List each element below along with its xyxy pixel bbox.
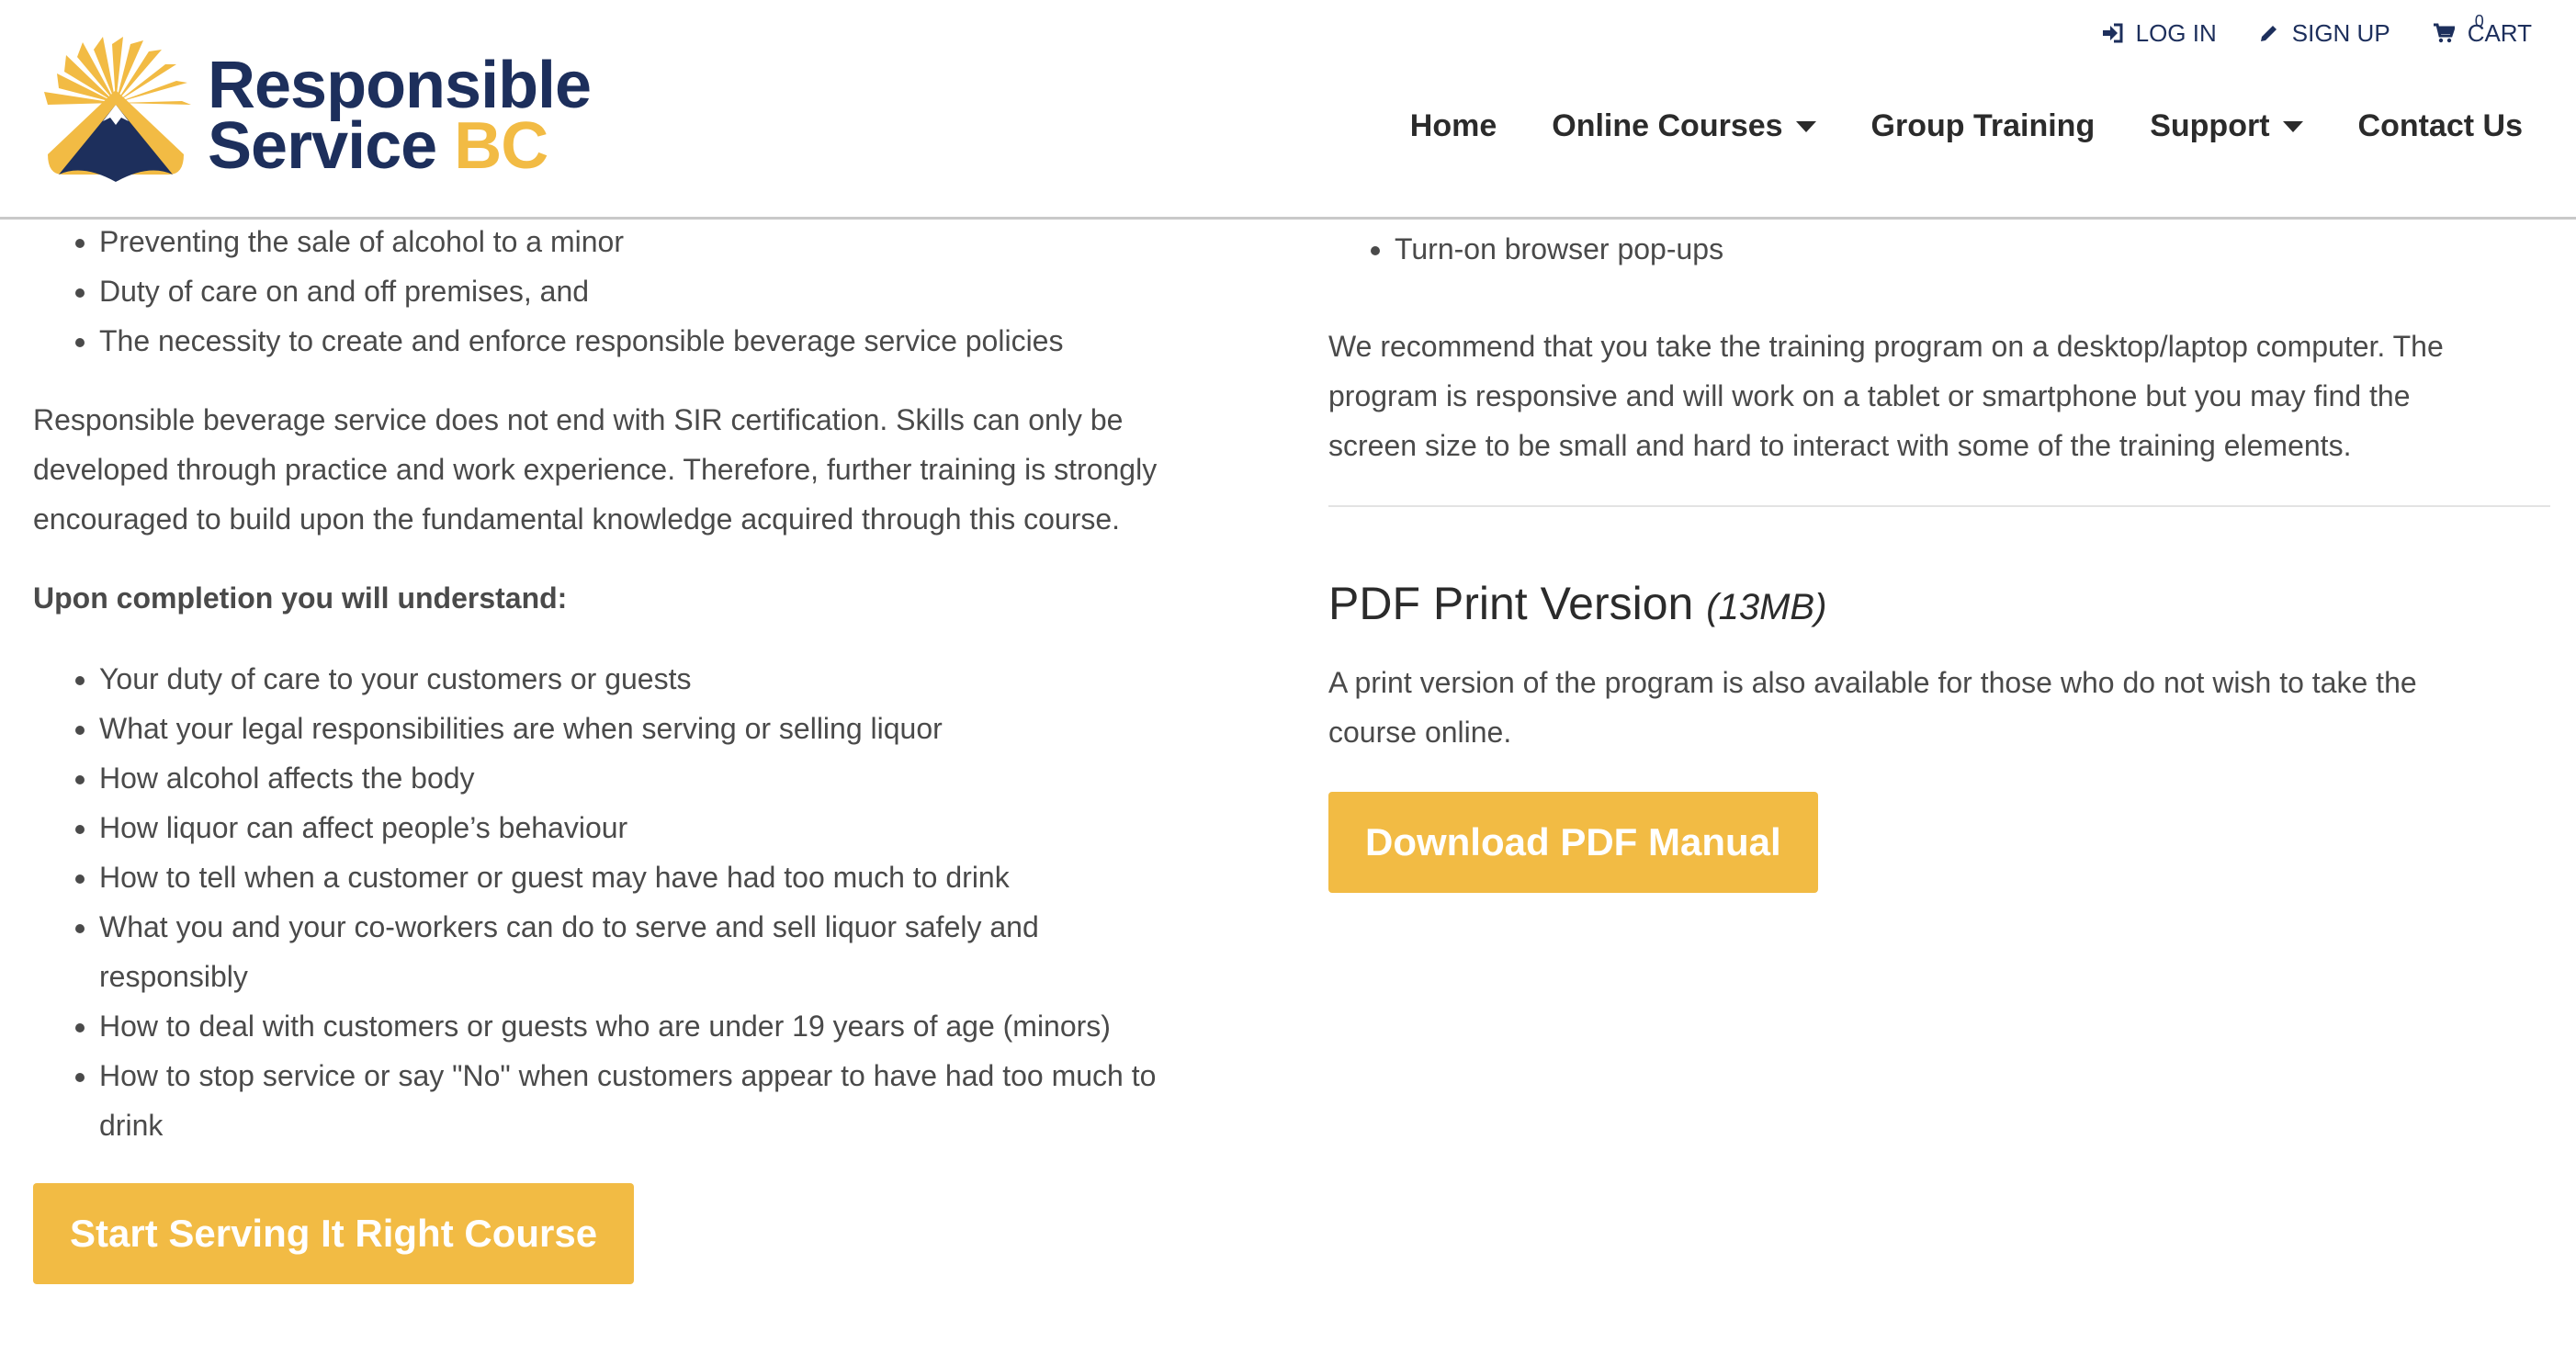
- recommend-paragraph: We recommend that you take the training …: [1328, 322, 2550, 470]
- paragraph-line: A print version of the program is also a…: [1328, 666, 2417, 699]
- list-item-line: drink: [99, 1109, 164, 1142]
- dropdown-caret-icon: [1795, 120, 1816, 132]
- sign-in-icon: [2102, 23, 2123, 43]
- signup-link[interactable]: SIGN UP: [2259, 19, 2390, 48]
- requirements-list: Turn-on browser pop-ups: [1328, 224, 2550, 274]
- list-item: Your duty of care to your customers or g…: [99, 654, 1264, 704]
- nav-contact[interactable]: Contact Us: [2358, 108, 2523, 144]
- nav-contact-label: Contact Us: [2357, 108, 2523, 143]
- pdf-section-title: PDF Print Version (13MB): [1328, 571, 2550, 639]
- list-item-line: How to stop service or say "No" when cus…: [99, 1059, 1157, 1092]
- nav-group-training-label: Group Training: [1870, 108, 2096, 143]
- nav-home[interactable]: Home: [1410, 108, 1497, 144]
- pdf-size: (13MB): [1706, 587, 1827, 627]
- list-item: How to deal with customers or guests who…: [99, 1001, 1264, 1051]
- logo-line-1: Responsible: [208, 49, 592, 122]
- nav-support-label: Support: [2150, 108, 2270, 143]
- dropdown-caret-icon: [2282, 120, 2303, 132]
- certification-paragraph: Responsible beverage service does not en…: [33, 395, 1264, 544]
- download-pdf-button[interactable]: Download PDF Manual: [1328, 792, 1818, 893]
- paragraph-line: encouraged to build upon the fundamental…: [33, 502, 1121, 536]
- list-item: How to stop service or say "No" when cus…: [99, 1051, 1264, 1150]
- utility-nav: LOG IN SIGN UP 0 CART: [2101, 12, 2532, 53]
- nav-online-courses-label: Online Courses: [1552, 108, 1783, 143]
- signup-label: SIGN UP: [2291, 18, 2390, 47]
- list-item-line: What you and your co-workers can do to s…: [99, 910, 1039, 943]
- start-button-wrap: Start Serving It Right Course: [33, 1183, 1264, 1284]
- cart-link[interactable]: 0 CART: [2433, 12, 2532, 48]
- pdf-description: A print version of the program is also a…: [1328, 658, 2550, 757]
- understand-list: Your duty of care to your customers or g…: [33, 654, 1264, 1150]
- list-item: Preventing the sale of alcohol to a mino…: [99, 217, 1264, 266]
- pencil-icon: [2260, 26, 2277, 41]
- left-column: Preventing the sale of alcohol to a mino…: [33, 217, 1264, 1284]
- logo-word-bc: BC: [454, 109, 548, 183]
- topics-list: Preventing the sale of alcohol to a mino…: [33, 217, 1264, 366]
- list-item: Duty of care on and off premises, and: [99, 266, 1264, 316]
- login-label: LOG IN: [2135, 18, 2217, 47]
- logo[interactable]: Responsible Service BC: [39, 37, 608, 193]
- list-item-line: responsibly: [99, 960, 248, 993]
- site-header: Responsible Service BC LOG IN SIGN UP 0 …: [0, 0, 2576, 220]
- login-link[interactable]: LOG IN: [2101, 19, 2217, 48]
- paragraph-line: Responsible beverage service does not en…: [33, 403, 1124, 436]
- list-item: What you and your co-workers can do to s…: [99, 902, 1264, 1001]
- paragraph-line: developed through practice and work expe…: [33, 453, 1158, 486]
- right-column: Turn-on browser pop-ups We recommend tha…: [1328, 217, 2550, 893]
- understand-heading: Upon completion you will understand:: [33, 581, 568, 615]
- logo-wordmark: Responsible Service BC: [208, 49, 592, 179]
- nav-online-courses[interactable]: Online Courses: [1552, 108, 1816, 144]
- nav-group-training[interactable]: Group Training: [1871, 108, 2096, 144]
- list-item: How to tell when a customer or guest may…: [99, 852, 1264, 902]
- list-item: Turn-on browser pop-ups: [1395, 224, 2550, 274]
- start-course-button[interactable]: Start Serving It Right Course: [33, 1183, 635, 1284]
- main-nav: Home Online Courses Group Training Suppo…: [1410, 108, 2523, 144]
- list-item: What your legal responsibilities are whe…: [99, 704, 1264, 753]
- nav-home-label: Home: [1409, 108, 1497, 143]
- download-button-wrap: Download PDF Manual: [1328, 792, 2550, 893]
- cart-icon: [2433, 23, 2455, 43]
- list-item: How liquor can affect people’s behaviour: [99, 803, 1264, 852]
- paragraph-line: program is responsive and will work on a…: [1328, 379, 2411, 412]
- logo-line-2: Service BC: [208, 113, 591, 179]
- nav-support[interactable]: Support: [2150, 108, 2303, 144]
- section-divider: [1328, 505, 2550, 507]
- cart-count: 0: [2474, 11, 2484, 30]
- logo-mark-icon: [44, 37, 191, 182]
- paragraph-line: course online.: [1328, 716, 1512, 749]
- paragraph-line: We recommend that you take the training …: [1328, 330, 2444, 363]
- list-item: The necessity to create and enforce resp…: [99, 316, 1264, 366]
- logo-word-service: Service: [208, 109, 437, 183]
- list-item: How alcohol affects the body: [99, 753, 1264, 803]
- pdf-title-text: PDF Print Version: [1328, 578, 1694, 629]
- paragraph-line: screen size to be small and hard to inte…: [1328, 429, 2352, 462]
